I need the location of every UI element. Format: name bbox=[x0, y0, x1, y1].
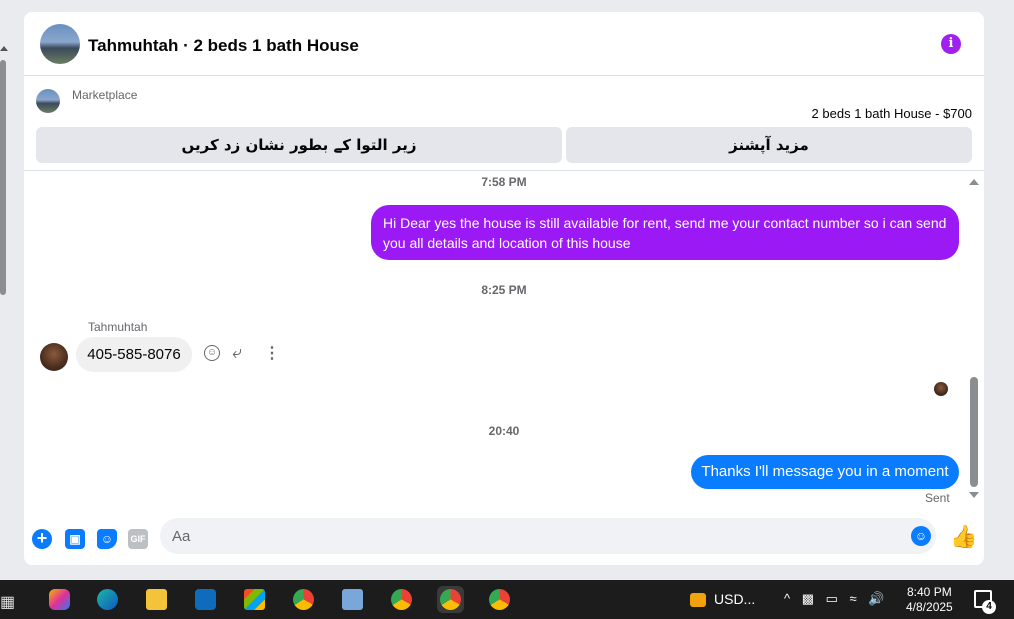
clock-time: 8:40 PM bbox=[907, 585, 952, 599]
chat-title[interactable]: Tahmuhtah · 2 beds 1 bath House bbox=[88, 36, 359, 56]
weather-text: USD... bbox=[714, 591, 756, 607]
chrome-profile-icon[interactable] bbox=[388, 586, 415, 613]
chat-avatar[interactable] bbox=[40, 24, 80, 64]
edge-icon[interactable] bbox=[94, 586, 121, 613]
chrome-profile-icon[interactable] bbox=[437, 586, 464, 613]
outlook-icon[interactable] bbox=[192, 586, 219, 613]
chrome-profile-icon[interactable] bbox=[486, 586, 513, 613]
notepad-icon[interactable] bbox=[339, 586, 366, 613]
listing-thumbnail[interactable] bbox=[36, 89, 60, 113]
react-emoji-icon[interactable]: ☺ bbox=[204, 345, 220, 361]
timestamp: 20:40 bbox=[488, 424, 520, 438]
timestamp: 7:58 PM bbox=[481, 175, 527, 189]
weather-widget[interactable]: USD... bbox=[690, 591, 756, 608]
plus-icon[interactable]: + bbox=[32, 529, 52, 549]
more-options-button[interactable]: مزید آپشنز bbox=[566, 127, 972, 163]
seen-indicator-avatar bbox=[934, 382, 948, 396]
incoming-message[interactable]: 405-585-8076 bbox=[76, 337, 192, 372]
copilot-icon[interactable] bbox=[46, 586, 73, 613]
gif-icon[interactable]: GIF bbox=[128, 529, 148, 549]
mark-pending-button[interactable]: زیر التوا کے بطور نشان زد کریں bbox=[36, 127, 562, 163]
timestamp: 8:25 PM bbox=[481, 283, 527, 297]
chat-scroll-down-arrow[interactable] bbox=[969, 492, 979, 498]
clock[interactable]: 8:40 PM 4/8/2025 bbox=[906, 585, 953, 615]
sender-name: Tahmuhtah bbox=[88, 320, 148, 334]
info-icon[interactable]: i bbox=[941, 34, 961, 54]
system-tray-icons[interactable]: ^ ▩ ▭ ≈ 🔊 bbox=[784, 591, 888, 607]
page-scroll-up-arrow[interactable] bbox=[0, 46, 8, 51]
page-scrollbar[interactable] bbox=[0, 60, 6, 295]
weather-icon bbox=[690, 593, 706, 608]
listing-title[interactable]: 2 beds 1 bath House - $700 bbox=[812, 106, 972, 121]
marketplace-label: Marketplace bbox=[72, 88, 138, 102]
store-icon[interactable] bbox=[241, 586, 268, 613]
message-input[interactable] bbox=[160, 518, 936, 554]
photo-icon[interactable]: ▣ bbox=[65, 529, 85, 549]
reply-icon[interactable]: ⤶ bbox=[232, 342, 242, 363]
chat-window: Tahmuhtah · 2 beds 1 bath House i Market… bbox=[24, 12, 984, 565]
sticker-icon[interactable]: ☺ bbox=[97, 529, 117, 549]
task-view-icon[interactable]: ▦ bbox=[0, 592, 15, 612]
chat-header: Tahmuhtah · 2 beds 1 bath House i bbox=[24, 12, 984, 76]
message-status: Sent bbox=[925, 491, 950, 505]
emoji-icon[interactable]: ☺ bbox=[911, 526, 931, 546]
clock-date: 4/8/2025 bbox=[906, 600, 953, 614]
composer: + ▣ ☺ GIF ☺ 👍 bbox=[24, 515, 984, 565]
outgoing-message[interactable]: Hi Dear yes the house is still available… bbox=[371, 205, 959, 260]
sender-avatar[interactable] bbox=[40, 343, 68, 371]
more-actions-icon[interactable]: ⋮ bbox=[264, 343, 280, 363]
outgoing-message[interactable]: Thanks I'll message you in a moment bbox=[691, 455, 959, 489]
chrome-icon[interactable] bbox=[290, 586, 317, 613]
taskbar: ▦ USD... ^ ▩ ▭ ≈ 🔊 8:40 PM 4/8/2025 4 bbox=[0, 580, 1014, 619]
marketplace-panel: Marketplace 2 beds 1 bath House - $700 ز… bbox=[24, 77, 984, 171]
file-explorer-icon[interactable] bbox=[143, 586, 170, 613]
thumbs-up-icon[interactable]: 👍 bbox=[950, 524, 977, 550]
notification-badge: 4 bbox=[982, 600, 996, 614]
